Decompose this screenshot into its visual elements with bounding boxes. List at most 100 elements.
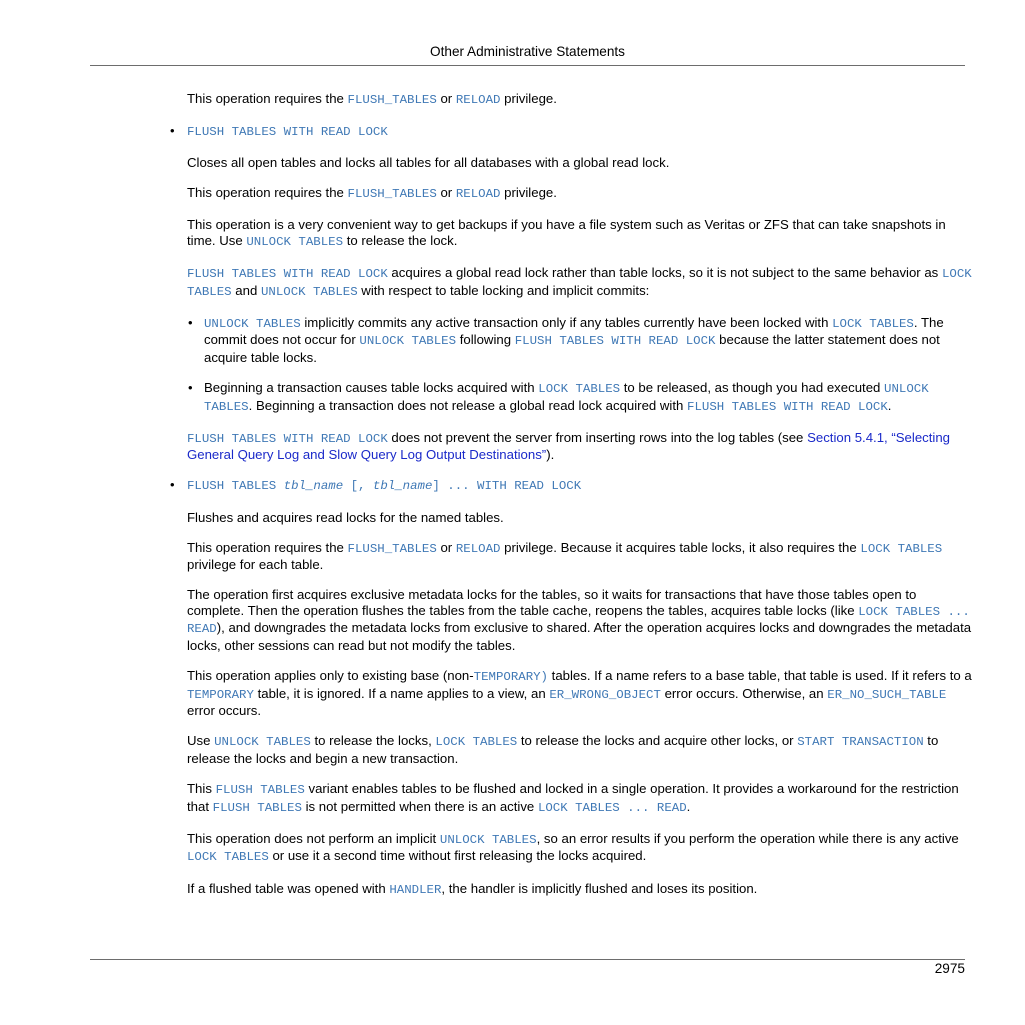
text: acquires a global read lock rather than … xyxy=(387,265,942,281)
paragraph: Use UNLOCK TABLES to release the locks, … xyxy=(187,733,972,766)
text: to release the lock. xyxy=(343,232,458,248)
text: privilege for each table. xyxy=(187,557,324,573)
code-term: UNLOCK TABLES xyxy=(246,234,344,249)
code-term: ER_WRONG_OBJECT xyxy=(549,687,661,702)
bullet: • xyxy=(188,380,193,396)
code-term: TEMPORARY) xyxy=(473,670,548,685)
code-term: FLUSH TABLES WITH READ LOCK xyxy=(187,125,388,140)
text: tables. If a name refers to a base table… xyxy=(548,668,972,684)
code-term: FLUSH_TABLES xyxy=(347,187,437,202)
text: This xyxy=(187,781,216,797)
text: privilege. xyxy=(500,185,557,201)
code-term: RELOAD xyxy=(455,541,501,556)
code-term: LOCK TABLES xyxy=(435,735,518,750)
paragraph: If a flushed table was opened with HANDL… xyxy=(187,881,972,899)
bullet: • xyxy=(170,477,175,493)
text: to release the locks, xyxy=(310,733,436,749)
list-item-heading: • FLUSH TABLES WITH READ LOCK xyxy=(170,123,972,141)
text: Use xyxy=(187,733,215,749)
text: The operation first acquires exclusive m… xyxy=(187,587,917,618)
text: error occurs. Otherwise, an xyxy=(660,685,828,701)
code-term: HANDLER xyxy=(389,882,442,897)
code-term: LOCK TABLES xyxy=(832,316,914,331)
text: following xyxy=(456,332,515,348)
code-term: UNLOCK TABLES xyxy=(260,284,358,299)
bullet: • xyxy=(188,314,193,330)
text: ), and downgrades the metadata locks fro… xyxy=(187,620,972,654)
text: error occurs. xyxy=(187,703,262,719)
code-term: UNLOCK TABLES xyxy=(204,316,301,331)
document-body: This operation requires the FLUSH_TABLES… xyxy=(170,91,972,913)
bullet: • xyxy=(170,123,175,139)
code-term: FLUSH TABLES WITH READ LOCK xyxy=(514,334,716,349)
text: , the handler is implicitly flushed and … xyxy=(441,880,758,896)
list-item-heading: • FLUSH TABLES tbl_name [, tbl_name] ...… xyxy=(170,477,972,495)
sub-list-item: • Beginning a transaction causes table l… xyxy=(187,380,972,415)
text: If a flushed table was opened with xyxy=(187,880,390,896)
text: or xyxy=(436,539,456,555)
text: implicitly commits any active transactio… xyxy=(300,314,833,330)
paragraph: The operation first acquires exclusive m… xyxy=(187,587,972,653)
code-term: ] ... WITH READ LOCK xyxy=(432,479,582,494)
text: with respect to table locking and implic… xyxy=(357,282,650,298)
text: privilege. Because it acquires table loc… xyxy=(500,539,861,555)
code-term: FLUSH TABLES xyxy=(215,783,305,798)
code-term: START TRANSACTION xyxy=(797,735,924,750)
code-term: ER_NO_SUCH_TABLE xyxy=(827,687,947,702)
paragraph: This operation does not perform an impli… xyxy=(187,831,972,866)
text: . Beginning a transaction does not relea… xyxy=(248,397,688,413)
page-number: 2975 xyxy=(934,961,965,976)
page-header-title: Other Administrative Statements xyxy=(430,44,625,59)
text: . xyxy=(887,397,892,413)
text: table, it is ignored. If a name applies … xyxy=(253,685,550,701)
text: Beginning a transaction causes table loc… xyxy=(204,380,539,396)
paragraph: This operation requires the FLUSH_TABLES… xyxy=(187,185,972,203)
paragraph: This FLUSH TABLES variant enables tables… xyxy=(187,781,972,816)
paragraph: Flushes and acquires read locks for the … xyxy=(187,509,504,525)
code-term: FLUSH TABLES xyxy=(187,479,284,494)
text: This operation does not perform an impli… xyxy=(187,830,440,846)
text: This operation applies only to existing … xyxy=(187,668,474,684)
text: and xyxy=(231,282,261,298)
code-term: UNLOCK TABLES xyxy=(439,832,537,847)
text: does not prevent the server from inserti… xyxy=(387,429,808,445)
paragraph: FLUSH TABLES WITH READ LOCK does not pre… xyxy=(187,430,972,463)
code-term: FLUSH_TABLES xyxy=(347,541,437,556)
text: is not permitted when there is an active xyxy=(301,798,538,814)
code-term: LOCK TABLES xyxy=(860,541,943,556)
code-term: FLUSH TABLES xyxy=(212,800,302,815)
text: or xyxy=(436,185,456,201)
code-term: LOCK TABLES xyxy=(538,382,621,397)
text: ). xyxy=(546,447,555,463)
text: . xyxy=(686,798,691,814)
paragraph: FLUSH TABLES WITH READ LOCK acquires a g… xyxy=(187,265,972,300)
paragraph: Closes all open tables and locks all tab… xyxy=(187,155,670,171)
code-term: FLUSH TABLES WITH READ LOCK xyxy=(687,399,888,414)
text: to be released, as though you had execut… xyxy=(620,380,885,396)
code-term: LOCK TABLES xyxy=(187,850,269,865)
code-term: FLUSH_TABLES xyxy=(347,93,437,107)
text: This operation requires the xyxy=(187,91,348,106)
sub-list-item: • UNLOCK TABLES implicitly commits any a… xyxy=(187,315,972,366)
code-placeholder: tbl_name xyxy=(372,479,433,494)
text: or xyxy=(436,91,456,106)
code-placeholder: tbl_name xyxy=(283,479,344,494)
code-term: TEMPORARY xyxy=(187,687,254,702)
code-term: UNLOCK TABLES xyxy=(214,735,311,750)
code-term: [, xyxy=(343,479,373,494)
code-term: FLUSH TABLES WITH READ LOCK xyxy=(187,267,388,282)
text: This operation requires the xyxy=(187,185,348,201)
paragraph: This operation applies only to existing … xyxy=(187,668,972,719)
code-term: LOCK TABLES ... READ xyxy=(537,800,687,815)
code-term: RELOAD xyxy=(455,187,501,202)
code-term: FLUSH TABLES WITH READ LOCK xyxy=(187,431,388,446)
paragraph: This operation requires the FLUSH_TABLES… xyxy=(187,540,972,573)
privilege-paragraph: This operation requires the FLUSH_TABLES… xyxy=(187,91,972,109)
text: privilege. xyxy=(500,91,557,106)
text: or use it a second time without first re… xyxy=(268,848,647,864)
header-rule xyxy=(90,65,965,66)
code-term: RELOAD xyxy=(455,93,501,107)
code-term: UNLOCK TABLES xyxy=(359,334,457,349)
footer-rule xyxy=(90,959,965,960)
paragraph: This operation is a very convenient way … xyxy=(187,217,972,250)
